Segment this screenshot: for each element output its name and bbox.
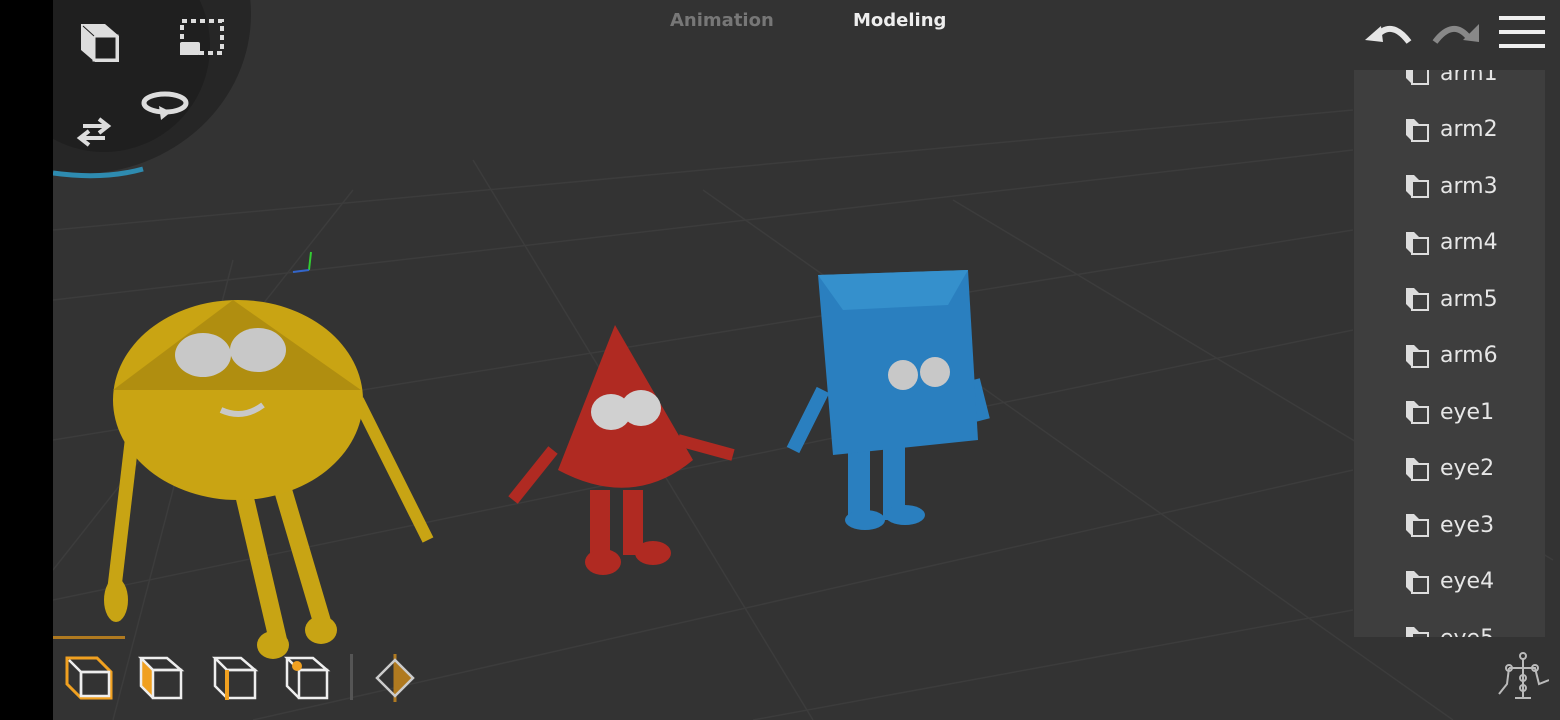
box-select-icon[interactable] bbox=[179, 18, 225, 58]
object-name: arm4 bbox=[1440, 230, 1498, 255]
edge-mode-icon[interactable] bbox=[211, 652, 261, 702]
menu-icon[interactable] bbox=[1499, 16, 1545, 48]
red-character[interactable] bbox=[508, 325, 735, 575]
selected-mode-indicator bbox=[53, 636, 125, 639]
redo-icon[interactable] bbox=[1431, 16, 1481, 48]
swap-icon[interactable] bbox=[73, 116, 115, 150]
object-name: arm5 bbox=[1440, 286, 1498, 312]
object-name: eye5 bbox=[1440, 626, 1494, 638]
keyframe-icon[interactable] bbox=[373, 652, 417, 704]
object-list-item[interactable]: eye1 bbox=[1404, 392, 1494, 432]
object-list-item[interactable]: arm5 bbox=[1404, 279, 1498, 319]
skeleton-icon[interactable] bbox=[1497, 650, 1549, 702]
mesh-cube-icon bbox=[1406, 514, 1429, 537]
object-list-item[interactable]: arm1 bbox=[1404, 70, 1498, 93]
object-list-item[interactable]: arm2 bbox=[1404, 110, 1498, 150]
object-list-item[interactable]: eye4 bbox=[1404, 562, 1494, 602]
mesh-cube-icon bbox=[1406, 401, 1429, 424]
mesh-cube-icon bbox=[1406, 70, 1429, 85]
object-list-item[interactable]: arm3 bbox=[1404, 166, 1498, 206]
object-name: eye2 bbox=[1440, 456, 1495, 481]
object-cube-icon[interactable] bbox=[75, 18, 123, 66]
object-list-panel[interactable]: arm1 arm2 arm3 arm4 arm5 arm6 eye1 eye2 eye3 eye4… bbox=[1354, 70, 1545, 637]
object-list-item[interactable]: eye2 bbox=[1404, 449, 1494, 489]
object-name: arm1 bbox=[1440, 70, 1498, 86]
vertex-mode-icon[interactable] bbox=[283, 652, 333, 702]
toolbar-divider bbox=[350, 654, 353, 700]
undo-icon[interactable] bbox=[1363, 16, 1413, 48]
object-list-item[interactable]: eye5 bbox=[1404, 618, 1494, 637]
face-mode-icon[interactable] bbox=[137, 652, 187, 702]
object-list-item[interactable]: arm6 bbox=[1404, 336, 1498, 376]
object-name: eye1 bbox=[1440, 399, 1495, 425]
object-name: eye4 bbox=[1440, 569, 1495, 594]
mesh-cube-icon bbox=[1406, 118, 1429, 142]
tab-animation[interactable]: Animation bbox=[670, 10, 774, 31]
rotate-icon[interactable] bbox=[139, 88, 191, 122]
object-list-item[interactable]: eye3 bbox=[1404, 505, 1494, 545]
mesh-cube-icon bbox=[1406, 231, 1429, 255]
yellow-character[interactable] bbox=[104, 300, 434, 659]
object-mode-icon[interactable] bbox=[63, 650, 115, 702]
mesh-cube-icon bbox=[1406, 288, 1429, 311]
progress-arc bbox=[53, 166, 144, 179]
object-list-item[interactable]: arm4 bbox=[1404, 223, 1498, 263]
mesh-cube-icon bbox=[1406, 457, 1429, 481]
mesh-cube-icon bbox=[1406, 344, 1429, 368]
mesh-cube-icon bbox=[1406, 175, 1429, 198]
mesh-cube-icon bbox=[1406, 570, 1429, 594]
scene-canvas[interactable] bbox=[53, 0, 1560, 720]
tab-modeling[interactable]: Modeling bbox=[853, 10, 946, 31]
mesh-cube-icon bbox=[1406, 627, 1429, 637]
blue-character[interactable] bbox=[786, 270, 990, 530]
object-name: arm3 bbox=[1440, 173, 1498, 199]
3d-viewport[interactable]: Animation Modeling arm1 arm2 arm3 arm4 arm5 a… bbox=[53, 0, 1560, 720]
object-name: eye3 bbox=[1440, 512, 1495, 538]
object-name: arm2 bbox=[1440, 117, 1498, 142]
object-name: arm6 bbox=[1440, 343, 1498, 368]
